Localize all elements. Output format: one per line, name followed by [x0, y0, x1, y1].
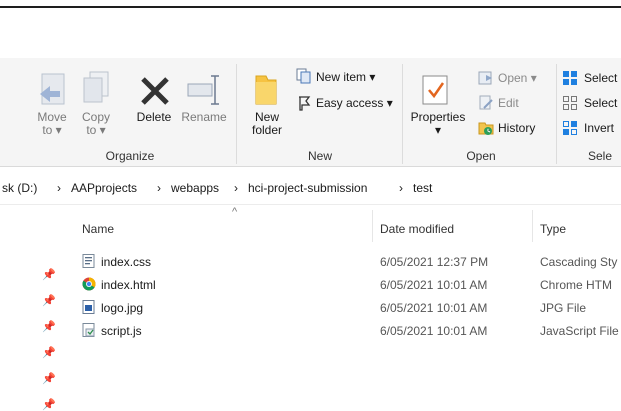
pin-icon: 📌	[42, 269, 56, 281]
select-all-icon	[563, 71, 577, 85]
chrome-icon	[82, 277, 96, 291]
group-separator	[402, 64, 403, 164]
file-type: JPG File	[540, 301, 587, 315]
file-row-index-css[interactable]: index.css 6/05/2021 12:37 PM Cascading S…	[80, 253, 621, 271]
copy-to-label-2: to ▾	[86, 123, 106, 137]
file-date: 6/05/2021 10:01 AM	[380, 324, 488, 338]
breadcrumb-separator[interactable]: ›	[157, 181, 161, 195]
select-none-label: Select	[584, 96, 618, 110]
column-header-separator[interactable]	[532, 210, 533, 242]
breadcrumb-separator[interactable]: ›	[399, 181, 403, 195]
file-row-logo-jpg[interactable]: logo.jpg 6/05/2021 10:01 AM JPG File	[80, 299, 621, 317]
new-item-label: New item ▾	[316, 70, 376, 84]
new-item-icon	[296, 68, 311, 84]
css-file-icon	[82, 254, 95, 268]
breadcrumb[interactable]: sk (D:) › AAPprojects › webapps › hci-pr…	[0, 176, 621, 200]
history-icon	[478, 122, 494, 135]
group-separator	[556, 64, 557, 164]
history-label: History	[498, 121, 536, 135]
delete-label: Delete	[136, 110, 172, 124]
pin-icon: 📌	[42, 399, 56, 411]
file-type: Chrome HTM	[540, 278, 613, 292]
column-header-type[interactable]: Type	[540, 222, 566, 236]
column-header-name[interactable]: Name	[82, 222, 114, 236]
new-folder-icon	[255, 75, 277, 105]
rename-label: Rename	[181, 110, 227, 124]
pin-icon: 📌	[42, 295, 56, 307]
breadcrumb-separator[interactable]: ›	[234, 181, 238, 195]
column-header-date-modified[interactable]: Date modified	[380, 222, 454, 236]
pin-icon: 📌	[42, 373, 56, 385]
select-group-label: Sele	[588, 149, 613, 163]
rename-icon	[187, 75, 219, 105]
delete-icon	[141, 77, 169, 105]
move-to-label-2: to ▾	[42, 123, 62, 137]
breadcrumb-item-aapprojects[interactable]: AAPprojects	[71, 181, 137, 195]
new-folder-label-2: folder	[251, 123, 283, 137]
edit-label: Edit	[498, 96, 519, 110]
file-date: 6/05/2021 12:37 PM	[380, 255, 489, 269]
window-top-border	[0, 6, 621, 8]
pin-icon: 📌	[42, 321, 56, 333]
file-name: index.css	[101, 255, 152, 269]
file-name: index.html	[101, 278, 156, 292]
open-icon	[478, 71, 492, 85]
organize-group-label: Organize	[105, 149, 155, 163]
file-date: 6/05/2021 10:01 AM	[380, 301, 488, 315]
breadcrumb-item-webapps[interactable]: webapps	[171, 181, 219, 195]
properties-label-2: ▾	[434, 123, 442, 137]
file-type: Cascading Sty	[540, 255, 618, 269]
breadcrumb-separator[interactable]: ›	[57, 181, 61, 195]
group-separator	[236, 64, 237, 164]
new-group-label: New	[307, 149, 332, 163]
invert-selection-icon	[563, 121, 577, 135]
breadcrumb-drive[interactable]: sk (D:)	[2, 181, 37, 195]
file-name: script.js	[101, 324, 142, 338]
image-file-icon	[82, 300, 95, 314]
sort-ascending-icon: ^	[232, 206, 238, 218]
pin-icon: 📌	[42, 347, 56, 359]
file-row-index-html[interactable]: index.html 6/05/2021 10:01 AM Chrome HTM	[80, 276, 621, 294]
js-file-icon	[82, 323, 95, 337]
copy-to-icon	[83, 71, 109, 103]
select-all-label: Select	[584, 71, 618, 85]
easy-access-label: Easy access ▾	[316, 96, 393, 110]
edit-icon	[479, 95, 493, 110]
file-name: logo.jpg	[101, 301, 144, 315]
file-date: 6/05/2021 10:01 AM	[380, 278, 488, 292]
column-separator[interactable]	[372, 210, 373, 242]
select-none-icon	[563, 96, 577, 110]
file-row-script-js[interactable]: script.js 6/05/2021 10:01 AM JavaScript …	[80, 322, 621, 340]
invert-selection-label: Invert	[584, 121, 615, 135]
properties-icon	[422, 75, 448, 105]
breadcrumb-item-test[interactable]: test	[413, 181, 432, 195]
address-divider	[0, 204, 621, 205]
breadcrumb-item-hci-project-submission[interactable]: hci-project-submission	[248, 181, 367, 195]
open-group-label: Open	[466, 149, 496, 163]
easy-access-icon	[299, 96, 311, 111]
open-label: Open ▾	[498, 71, 537, 85]
file-type: JavaScript File	[540, 324, 619, 338]
move-to-icon	[40, 73, 65, 105]
